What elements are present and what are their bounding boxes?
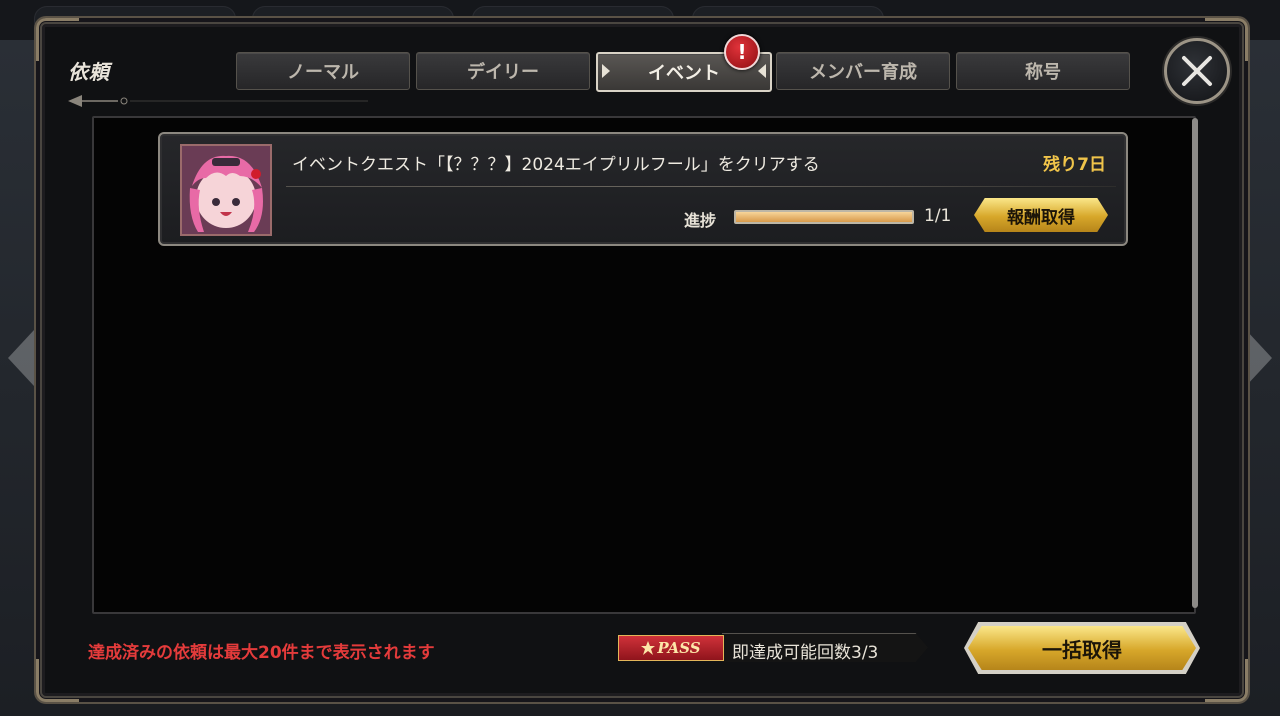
tab-title[interactable]: 称号 — [956, 52, 1130, 90]
close-button[interactable] — [1164, 38, 1230, 104]
display-limit-note: 達成済みの依頼は最大20件まで表示されます — [88, 643, 435, 663]
pass-label: PASS — [657, 639, 701, 657]
frame-corner-ornament — [36, 659, 79, 702]
frame-corner-ornament — [1205, 659, 1248, 702]
tab-member-training[interactable]: メンバー育成 — [776, 52, 950, 90]
claim-reward-button[interactable]: 報酬取得 — [974, 198, 1108, 232]
prev-arrow-icon — [8, 330, 34, 386]
pass-badge: PASS — [618, 635, 724, 661]
alert-badge-icon: ! — [724, 34, 760, 70]
progress-bar — [734, 210, 914, 224]
bulk-claim-button[interactable]: 一括取得 — [968, 626, 1196, 670]
character-portrait-icon — [180, 144, 272, 236]
modal-title: 依頼 — [68, 60, 110, 84]
request-modal: 依頼 ノーマル デイリー イベント メンバー育成 称号 ! イベントクエスト「【… — [36, 18, 1248, 702]
scrollbar[interactable] — [1192, 118, 1198, 608]
progress-count: 1/1 — [924, 206, 952, 226]
scrollbar-thumb[interactable] — [1192, 118, 1198, 608]
instant-clear-count: 即達成可能回数3/3 — [732, 643, 879, 663]
star-icon — [641, 641, 656, 655]
remaining-days: 残り7日 — [1043, 155, 1106, 175]
tab-daily[interactable]: デイリー — [416, 52, 590, 90]
progress-bar-fill — [736, 212, 912, 222]
progress-label: 進捗 — [684, 211, 717, 230]
frame-corner-ornament — [36, 18, 79, 61]
quest-title: イベントクエスト「【？？？】2024エイプリルフール」をクリアする — [292, 155, 820, 175]
quest-card: イベントクエスト「【？？？】2024エイプリルフール」をクリアする 残り7日 進… — [158, 132, 1128, 246]
close-icon — [1182, 56, 1212, 86]
title-ornament — [68, 95, 368, 107]
card-divider — [286, 186, 1116, 187]
tab-normal[interactable]: ノーマル — [236, 52, 410, 90]
next-arrow-icon — [1246, 330, 1272, 386]
